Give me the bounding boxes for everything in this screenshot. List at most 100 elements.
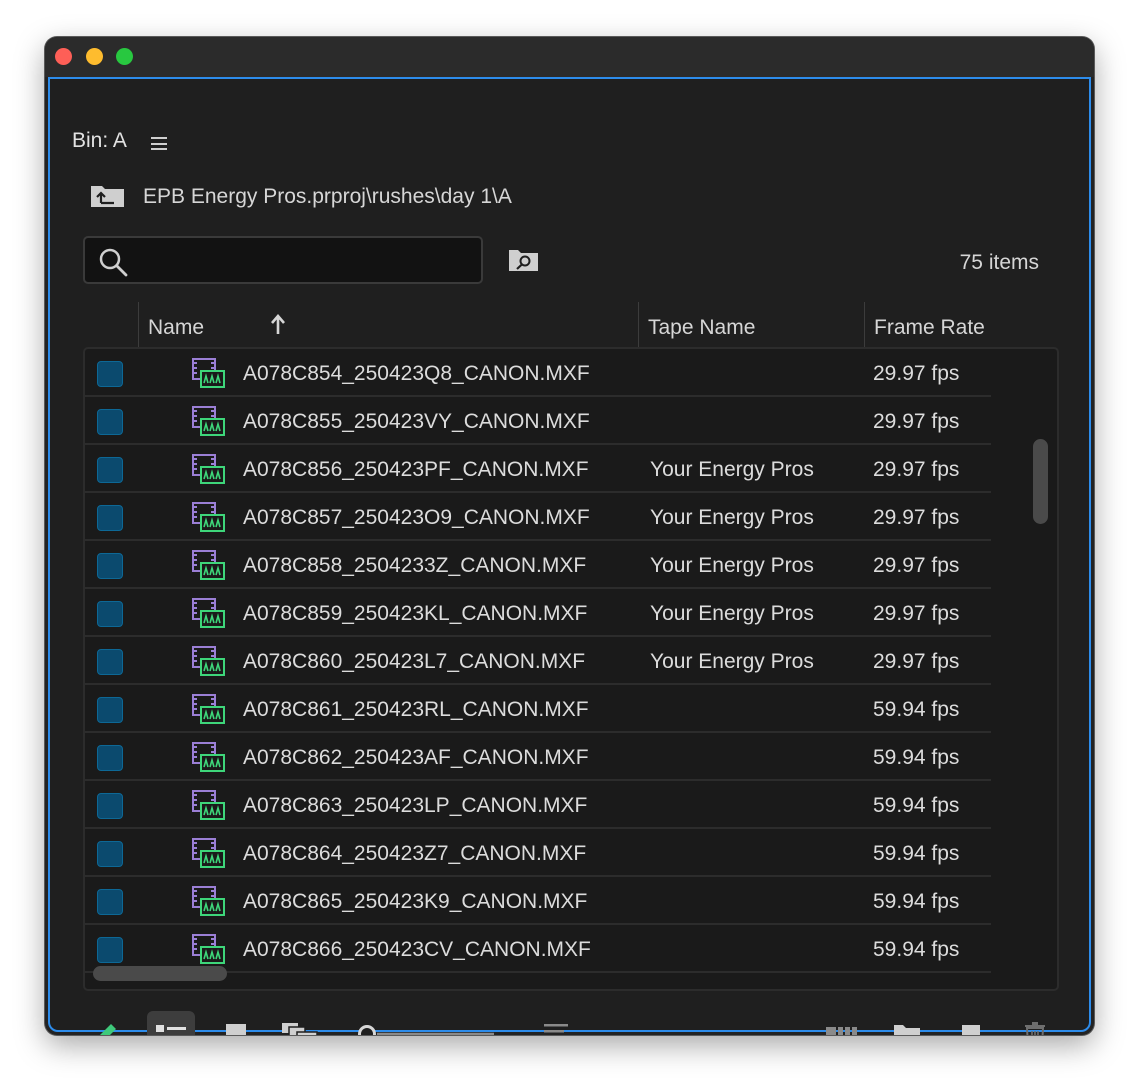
clip-tape-name: Your Energy Pros <box>650 554 814 577</box>
table-row[interactable]: A078C858_2504233Z_CANON.MXF Your Energy P… <box>85 541 991 589</box>
item-count: 75 items <box>959 251 1039 274</box>
clip-name: A078C858_2504233Z_CANON.MXF <box>243 554 587 577</box>
panel-title[interactable]: Bin: A <box>72 129 127 153</box>
bin-path: EPB Energy Pros.prproj\rushes\day 1\A <box>143 185 512 208</box>
clip-frame-rate: 59.94 fps <box>873 698 960 721</box>
table-row[interactable]: A078C854_250423Q8_CANON.MXF 29.97 fps <box>85 349 991 397</box>
zoom-window-button[interactable] <box>116 48 133 65</box>
clip-tape-name: Your Energy Pros <box>650 602 814 625</box>
find-icon[interactable] <box>508 248 539 272</box>
column-header-row: Name Tape Name Frame Rate <box>85 302 1059 349</box>
video-clip-icon <box>192 790 225 820</box>
search-input[interactable] <box>137 242 467 278</box>
icon-view-icon[interactable] <box>212 1011 260 1035</box>
table-row[interactable]: A078C861_250423RL_CANON.MXF 59.94 fps <box>85 685 991 733</box>
close-window-button[interactable] <box>55 48 72 65</box>
label-color-checkbox[interactable] <box>97 793 123 819</box>
video-clip-icon <box>192 406 225 436</box>
clip-name: A078C863_250423LP_CANON.MXF <box>243 794 588 817</box>
clip-frame-rate: 29.97 fps <box>873 554 960 577</box>
zoom-slider[interactable] <box>357 1024 497 1035</box>
column-name-label: Name <box>148 316 205 339</box>
video-clip-icon <box>192 550 225 580</box>
column-header-frame-rate[interactable]: Frame Rate <box>865 302 1059 349</box>
table-row[interactable]: A078C859_250423KL_CANON.MXF Your Energy P… <box>85 589 991 637</box>
list-view-icon[interactable] <box>147 1011 195 1035</box>
minimize-window-button[interactable] <box>86 48 103 65</box>
clip-name: A078C866_250423CV_CANON.MXF <box>243 938 591 961</box>
clip-list: A078C854_250423Q8_CANON.MXF 29.97 fps A078… <box>83 347 1059 991</box>
table-row[interactable]: A078C856_250423PF_CANON.MXF Your Energy P… <box>85 445 991 493</box>
clear-trash-icon[interactable] <box>1011 1011 1059 1035</box>
clip-tape-name: Your Energy Pros <box>650 506 814 529</box>
label-color-checkbox[interactable] <box>97 409 123 435</box>
label-color-checkbox[interactable] <box>97 697 123 723</box>
clip-tape-name: Your Energy Pros <box>650 650 814 673</box>
new-item-icon[interactable] <box>947 1011 995 1035</box>
column-tape-label: Tape Name <box>648 316 756 339</box>
column-header-tape-name[interactable]: Tape Name <box>639 302 864 349</box>
table-row[interactable]: A078C865_250423K9_CANON.MXF 59.94 fps <box>85 877 991 925</box>
label-color-checkbox[interactable] <box>97 553 123 579</box>
clip-name: A078C860_250423L7_CANON.MXF <box>243 650 586 673</box>
clip-frame-rate: 29.97 fps <box>873 506 960 529</box>
vertical-scrollbar[interactable] <box>1033 439 1048 524</box>
video-clip-icon <box>192 838 225 868</box>
table-row[interactable]: A078C860_250423L7_CANON.MXF Your Energy P… <box>85 637 991 685</box>
clip-frame-rate: 29.97 fps <box>873 650 960 673</box>
clip-tape-name: Your Energy Pros <box>650 458 814 481</box>
table-row[interactable]: A078C855_250423VY_CANON.MXF 29.97 fps <box>85 397 991 445</box>
clip-name: A078C864_250423Z7_CANON.MXF <box>243 842 587 865</box>
clip-name: A078C855_250423VY_CANON.MXF <box>243 410 590 433</box>
clip-frame-rate: 29.97 fps <box>873 410 960 433</box>
video-clip-icon <box>192 502 225 532</box>
label-color-checkbox[interactable] <box>97 457 123 483</box>
label-color-checkbox[interactable] <box>97 649 123 675</box>
clip-name: A078C862_250423AF_CANON.MXF <box>243 746 589 769</box>
pencil-icon[interactable] <box>82 1011 130 1035</box>
video-clip-icon <box>192 742 225 772</box>
label-color-checkbox[interactable] <box>97 601 123 627</box>
video-clip-icon <box>192 598 225 628</box>
clip-frame-rate: 29.97 fps <box>873 602 960 625</box>
table-row[interactable]: A078C863_250423LP_CANON.MXF 59.94 fps <box>85 781 991 829</box>
video-clip-icon <box>192 454 225 484</box>
clip-name: A078C857_250423O9_CANON.MXF <box>243 506 590 529</box>
clip-frame-rate: 59.94 fps <box>873 938 960 961</box>
parent-bin-icon[interactable] <box>90 182 125 208</box>
bottom-toolbar <box>50 1004 1089 1035</box>
table-row[interactable]: A078C857_250423O9_CANON.MXF Your Energy P… <box>85 493 991 541</box>
column-fps-label: Frame Rate <box>874 316 985 339</box>
automate-to-sequence-icon[interactable] <box>818 1011 866 1035</box>
table-row[interactable]: A078C864_250423Z7_CANON.MXF 59.94 fps <box>85 829 991 877</box>
clip-frame-rate: 29.97 fps <box>873 458 960 481</box>
column-header-name[interactable]: Name <box>139 302 638 349</box>
label-color-checkbox[interactable] <box>97 745 123 771</box>
panel-menu-icon[interactable] <box>151 137 167 150</box>
sort-ascending-icon <box>271 314 285 334</box>
title-bar[interactable] <box>45 37 1094 77</box>
video-clip-icon <box>192 934 225 964</box>
table-row[interactable]: A078C862_250423AF_CANON.MXF 59.94 fps <box>85 733 991 781</box>
clip-frame-rate: 29.97 fps <box>873 362 960 385</box>
clip-name: A078C856_250423PF_CANON.MXF <box>243 458 589 481</box>
label-color-checkbox[interactable] <box>97 361 123 387</box>
horizontal-scrollbar[interactable] <box>93 966 227 981</box>
new-bin-icon[interactable] <box>883 1011 931 1035</box>
video-clip-icon <box>192 358 225 388</box>
clip-frame-rate: 59.94 fps <box>873 890 960 913</box>
clip-frame-rate: 59.94 fps <box>873 842 960 865</box>
clip-frame-rate: 59.94 fps <box>873 746 960 769</box>
video-clip-icon <box>192 694 225 724</box>
label-color-checkbox[interactable] <box>97 889 123 915</box>
clip-name: A078C865_250423K9_CANON.MXF <box>243 890 588 913</box>
search-field[interactable] <box>83 236 483 284</box>
clip-name: A078C859_250423KL_CANON.MXF <box>243 602 588 625</box>
sort-icons-icon[interactable] <box>532 1011 580 1035</box>
video-clip-icon <box>192 646 225 676</box>
label-color-checkbox[interactable] <box>97 937 123 963</box>
label-color-checkbox[interactable] <box>97 505 123 531</box>
label-color-checkbox[interactable] <box>97 841 123 867</box>
search-icon <box>99 248 128 277</box>
freeform-view-icon[interactable] <box>276 1011 324 1035</box>
